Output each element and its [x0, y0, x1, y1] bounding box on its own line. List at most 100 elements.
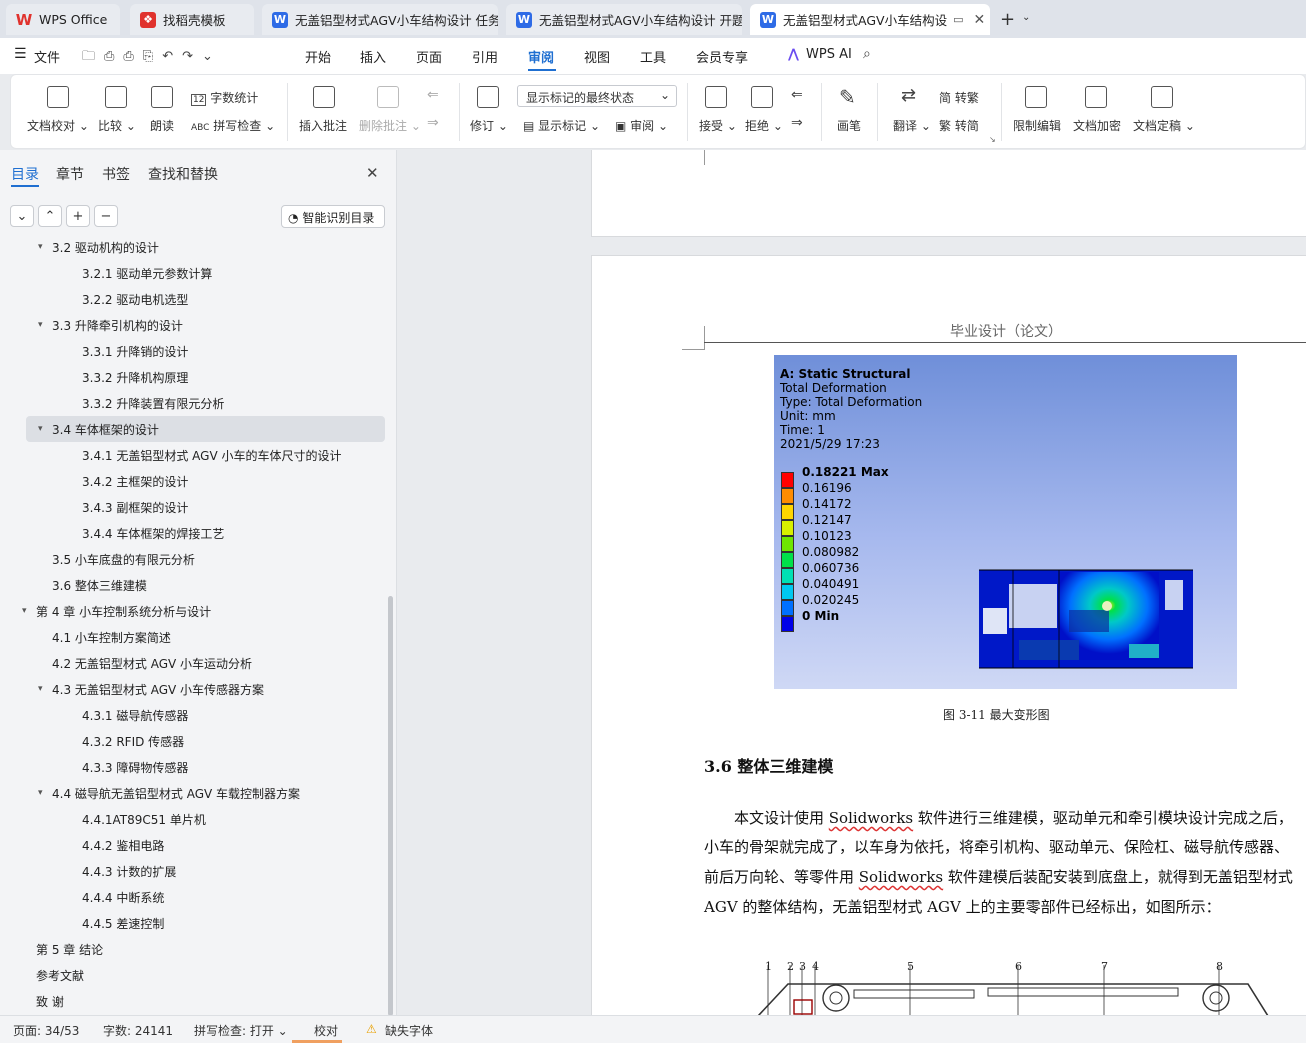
encrypt-button[interactable]: 文档加密 [1073, 117, 1121, 134]
expand-corner-icon[interactable]: ↘ [989, 135, 996, 144]
toc-item[interactable]: 4.2 无盖铝型材式 AGV 小车运动分析 [0, 650, 385, 676]
menu-view[interactable]: 视图 [584, 47, 610, 66]
toc-item[interactable]: 4.4.5 差速控制 [0, 910, 385, 936]
toc-item[interactable]: 4.4.1AT89C51 单片机 [0, 806, 385, 832]
toc-item[interactable]: 3.3.2 升降装置有限元分析 [0, 390, 385, 416]
toc-item[interactable]: 3.6 整体三维建模 [0, 572, 385, 598]
toc-item-label: 第 5 章 结论 [36, 942, 104, 957]
toc-item[interactable]: 4.3.2 RFID 传感器 [0, 728, 385, 754]
remove-heading-button[interactable]: − [94, 205, 118, 227]
tab-toc[interactable]: 目录 [11, 164, 39, 184]
toc-item[interactable]: 第 5 章 结论 [0, 936, 385, 962]
tab-doc-current[interactable]: W 无盖铝型材式AGV小车结构设 ▭ ✕ [750, 4, 990, 35]
menu-review[interactable]: 审阅 [528, 47, 554, 66]
menu-file[interactable]: 文件 [34, 47, 60, 66]
menu-insert[interactable]: 插入 [360, 47, 386, 66]
hamburger-icon[interactable]: ☰ [14, 46, 27, 62]
page-indicator[interactable]: 页面: 34/53 [13, 1022, 79, 1039]
track-changes-button[interactable]: 修订 ⌄ [470, 117, 508, 134]
doc-check-button[interactable]: 文档校对 ⌄ [27, 117, 89, 134]
delete-comment-button[interactable]: 删除批注 ⌄ [359, 117, 421, 134]
expand-arrow-icon[interactable]: ▾ [38, 424, 52, 434]
search-icon[interactable]: ⌕ [863, 46, 871, 62]
tab-bookmarks[interactable]: 书签 [102, 164, 130, 184]
insert-comment-button[interactable]: 插入批注 [299, 117, 347, 134]
toc-item[interactable]: ▾ 4.3 无盖铝型材式 AGV 小车传感器方案 [0, 676, 385, 702]
missing-font-indicator[interactable]: 缺失字体 [385, 1022, 433, 1039]
sidebar-scrollbar[interactable] [388, 596, 393, 1016]
toc-item[interactable]: 4.4.3 计数的扩展 [0, 858, 385, 884]
expand-arrow-icon[interactable]: ▾ [38, 684, 52, 694]
restrict-edit-button[interactable]: 限制编辑 [1013, 117, 1061, 134]
collapse-button[interactable]: ⌃ [38, 205, 62, 227]
tab-doc-task[interactable]: W 无盖铝型材式AGV小车结构设计 任务 [262, 4, 498, 35]
expand-arrow-icon[interactable]: ▾ [22, 606, 36, 616]
compare-button[interactable]: 比较 ⌄ [98, 117, 136, 134]
finalize-button[interactable]: 文档定稿 ⌄ [1133, 117, 1195, 134]
close-tab-icon[interactable]: ✕ [973, 12, 985, 28]
toc-item[interactable]: 4.4.4 中断系统 [0, 884, 385, 910]
toc-item[interactable]: ▾ 3.2 驱动机构的设计 [0, 238, 385, 260]
prev-change-icon[interactable]: ⇐ [791, 87, 803, 103]
toc-item[interactable]: 3.2.2 驱动电机选型 [0, 286, 385, 312]
tab-find-replace[interactable]: 查找和替换 [148, 164, 218, 184]
toc-item[interactable]: 3.2.1 驱动单元参数计算 [0, 260, 385, 286]
review-pane-button[interactable]: ▣ 审阅 ⌄ [615, 117, 668, 134]
word-count-button[interactable]: 12 字数统计 [191, 89, 258, 106]
menu-reference[interactable]: 引用 [472, 47, 498, 66]
menu-page[interactable]: 页面 [416, 47, 442, 66]
tab-doc-proposal[interactable]: W 无盖铝型材式AGV小车结构设计 开题 [506, 4, 742, 35]
toc-item[interactable]: 3.4.4 车体框架的焊接工艺 [0, 520, 385, 546]
word-count-indicator[interactable]: 字数: 24141 [103, 1022, 173, 1039]
close-pane-icon[interactable]: ✕ [366, 164, 379, 182]
tab-wps-office[interactable]: W WPS Office [6, 4, 120, 35]
menu-start[interactable]: 开始 [305, 47, 331, 66]
toc-item[interactable]: 4.3.3 障碍物传感器 [0, 754, 385, 780]
toc-item[interactable]: 4.1 小车控制方案简述 [0, 624, 385, 650]
reject-button[interactable]: 拒绝 ⌄ [745, 117, 783, 134]
menu-wps-ai[interactable]: WPS AI [806, 47, 852, 62]
toc-item[interactable]: ▾ 第 4 章 小车控制系统分析与设计 [0, 598, 385, 624]
menu-tools[interactable]: 工具 [640, 47, 666, 66]
expand-arrow-icon[interactable]: ▾ [38, 242, 52, 252]
new-tab-icon[interactable]: + [1000, 9, 1015, 30]
show-marks-button[interactable]: ▤ 显示标记 ⌄ [523, 117, 600, 134]
toc-item[interactable]: ▾ 3.3 升降牵引机构的设计 [0, 312, 385, 338]
expand-all-button[interactable]: ⌄ [10, 205, 34, 227]
toc-item[interactable]: 4.3.1 磁导航传感器 [0, 702, 385, 728]
chevron-down-icon[interactable]: ⌄ [1022, 12, 1030, 23]
spell-check-indicator[interactable]: 拼写检查: 打开 ⌄ [194, 1022, 288, 1039]
expand-arrow-icon[interactable]: ▾ [38, 788, 52, 798]
prev-comment-icon[interactable]: ⇐ [427, 87, 439, 103]
to-traditional-button[interactable]: 简 转繁 [939, 89, 979, 106]
translate-button[interactable]: 翻译 ⌄ [893, 117, 931, 134]
toc-item[interactable]: 3.4.2 主框架的设计 [0, 468, 385, 494]
menu-vip[interactable]: 会员专享 [696, 47, 748, 66]
read-aloud-button[interactable]: 朗读 [150, 117, 174, 134]
toc-item[interactable]: ▾ 4.4 磁导航无盖铝型材式 AGV 车载控制器方案 [0, 780, 385, 806]
toc-item[interactable]: 致 谢 [0, 988, 385, 1014]
tab-chapters[interactable]: 章节 [56, 164, 84, 184]
expand-arrow-icon[interactable]: ▾ [38, 320, 52, 330]
display-state-select[interactable]: 显示标记的最终状态 ⌄ [517, 85, 677, 107]
tab-docer[interactable]: ❖ 找稻壳模板 [130, 4, 254, 35]
quick-access-toolbar[interactable]: 🗀⎙⎙⎘↶↷⌄ [82, 47, 222, 69]
monitor-icon[interactable]: ▭ [953, 13, 963, 26]
toc-item[interactable]: 3.5 小车底盘的有限元分析 [0, 546, 385, 572]
next-change-icon[interactable]: ⇒ [791, 115, 803, 131]
toc-item[interactable]: 3.4.1 无盖铝型材式 AGV 小车的车体尺寸的设计 [0, 442, 385, 468]
pen-button[interactable]: 画笔 [837, 117, 861, 134]
spell-check-button[interactable]: ABC 拼写检查 ⌄ [191, 117, 275, 134]
add-heading-button[interactable]: + [66, 205, 90, 227]
toc-item[interactable]: 4.4.2 鉴相电路 [0, 832, 385, 858]
toc-item[interactable]: 参考文献 [0, 962, 385, 988]
next-comment-icon[interactable]: ⇒ [427, 115, 439, 131]
toc-item[interactable]: ▾ 3.4 车体框架的设计 [26, 416, 385, 442]
toc-item[interactable]: 3.3.1 升降销的设计 [0, 338, 385, 364]
toc-item[interactable]: 3.3.2 升降机构原理 [0, 364, 385, 390]
to-simplified-button[interactable]: 繁 转简 [939, 117, 979, 134]
smart-toc-button[interactable]: ◔ 智能识别目录 [281, 205, 385, 228]
toc-item[interactable]: 3.4.3 副框架的设计 [0, 494, 385, 520]
proofread-indicator[interactable]: 校对 [314, 1022, 338, 1039]
accept-button[interactable]: 接受 ⌄ [699, 117, 737, 134]
